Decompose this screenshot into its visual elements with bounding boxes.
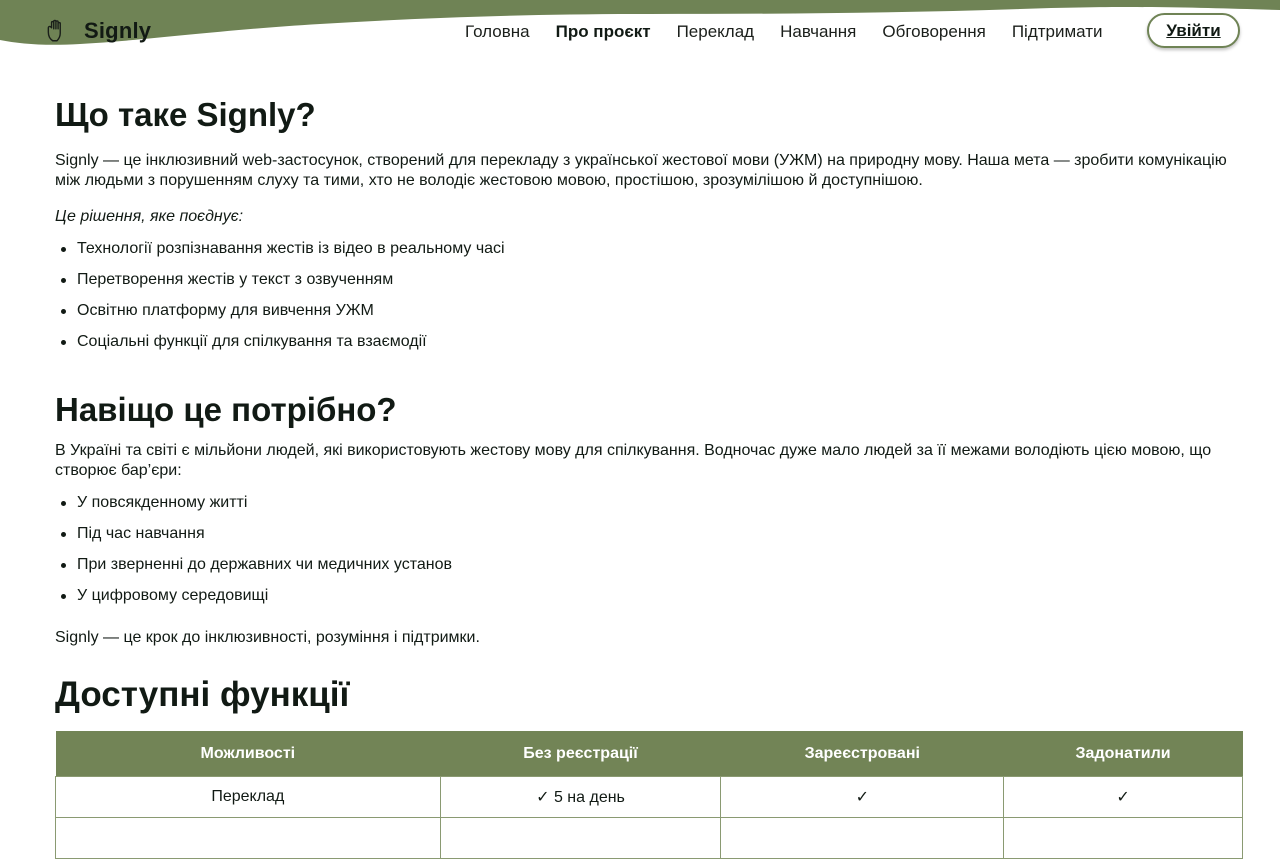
main-nav: Головна Про проєкт Переклад Навчання Обг… xyxy=(452,16,1116,49)
list-item: У повсякденному житті xyxy=(61,493,1243,524)
list-item: При зверненні до державних чи медичних у… xyxy=(61,555,1243,586)
nav-item-home[interactable]: Головна xyxy=(452,16,543,49)
login-button[interactable]: Увійти xyxy=(1147,13,1240,48)
list-item: Перетворення жестів у текст з озвученням xyxy=(61,270,1243,301)
table-header-row: Можливості Без реєстрації Зареєстровані … xyxy=(55,731,1243,777)
list-item: Освітню платформу для вивчення УЖМ xyxy=(61,301,1243,332)
list-item: Під час навчання xyxy=(61,524,1243,555)
nav-item-translate[interactable]: Переклад xyxy=(664,16,768,49)
column-header: Можливості xyxy=(55,731,441,777)
why-title: Навіщо це потрібно? xyxy=(55,391,397,428)
why-closing: Signly — це крок до інклюзивності, розум… xyxy=(55,629,480,646)
column-header: Зареєстровані xyxy=(720,731,1004,777)
hand-icon xyxy=(47,19,61,42)
main-content: Що таке Signly? Signly — це інклюзивний … xyxy=(55,92,1243,859)
list-item: У цифровому середовищі xyxy=(61,586,1243,617)
nav-item-support[interactable]: Підтримати xyxy=(999,16,1116,49)
nav-item-about[interactable]: Про проєкт xyxy=(542,16,664,49)
column-header: Задонатили xyxy=(1003,731,1243,777)
about-combines: Це рішення, яке поєднує: xyxy=(55,208,244,225)
about-intro: Signly — це інклюзивний web-застосунок, … xyxy=(55,152,1227,189)
table-row xyxy=(55,817,1243,859)
features-table: Можливості Без реєстрації Зареєстровані … xyxy=(55,731,1243,859)
about-title: Що таке Signly? xyxy=(55,96,316,133)
table-cell: ✓ xyxy=(1003,776,1243,818)
about-list: Технології розпізнавання жестів із відео… xyxy=(55,239,1243,363)
table-cell: Переклад xyxy=(55,776,441,818)
brand-name: Signly xyxy=(84,18,152,43)
why-text: В Україні та світі є мільйони людей, які… xyxy=(55,442,1212,479)
list-item: Соціальні функції для спілкування та вза… xyxy=(61,332,1243,363)
site-header: Signly Головна Про проєкт Переклад Навча… xyxy=(0,0,1280,64)
why-list: У повсякденному житті Під час навчання П… xyxy=(55,493,1243,617)
list-item: Технології розпізнавання жестів із відео… xyxy=(61,239,1243,270)
features-title: Доступні функції xyxy=(55,675,350,714)
brand[interactable]: Signly xyxy=(44,18,151,44)
table-cell: ✓ xyxy=(720,776,1005,818)
nav-item-discussion[interactable]: Обговорення xyxy=(869,16,998,49)
column-header: Без реєстрації xyxy=(440,731,721,777)
table-cell: ✓ 5 на день xyxy=(439,776,722,818)
table-row: Переклад ✓ 5 на день ✓ ✓ xyxy=(55,776,1243,818)
nav-item-learning[interactable]: Навчання xyxy=(767,16,869,49)
